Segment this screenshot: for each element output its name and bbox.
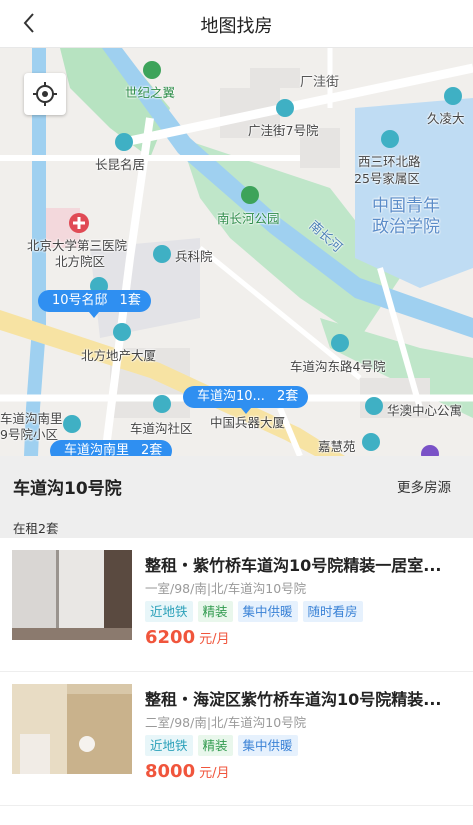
locate-icon [33,82,57,106]
poi-label: 南长河公园 [217,211,280,226]
road-label: 厂洼街 [300,75,340,90]
bubble-count: 2套 [276,389,299,404]
poi-label: 嘉慧苑 [318,439,356,454]
poi-label: 中国青年 [372,196,440,216]
building-icon [276,99,294,117]
tag: 近地铁 [145,735,193,756]
bubble-name: 10号名邸 [52,293,108,308]
building-icon [331,334,349,352]
poi-label: 广洼街7号院 [248,123,319,138]
rent-count: 在租2套 [13,521,59,536]
poi-label: 9号院小区 [0,427,58,442]
price-value: 6200 [145,627,196,648]
listing-title: 整租・海淀区紫竹桥车道沟10号院精装... [145,690,442,709]
listing-photo [12,684,132,774]
building-icon [115,133,133,151]
tag: 随时看房 [302,601,363,622]
poi-label: 北方地产大厦 [81,348,157,363]
poi-label: 华澳中心公寓 [387,403,463,418]
building-icon [153,245,171,263]
bubble-count: 1套 [119,293,141,308]
tag: 精装 [197,601,233,622]
tag: 集中供暖 [237,601,298,622]
price-unit: 元/月 [199,766,230,781]
community-bubble-selected[interactable]: 车道沟10... 2套 [183,386,309,414]
tag: 精装 [197,735,233,756]
poi-label: 北方院区 [55,254,106,269]
poi-label: 25号家属区 [354,171,420,186]
locate-button[interactable] [24,73,66,115]
listing-card[interactable]: 整租・海淀区紫竹桥车道沟10号院精装... 二室/98/南|北/车道沟10号院 … [0,672,473,806]
poi-label: 政治学院 [372,217,440,237]
building-icon [365,397,383,415]
hospital-icon [69,213,89,233]
listing-price: 6200 元/月 [145,627,230,648]
price-unit: 元/月 [199,632,230,647]
building-icon [63,415,81,433]
community-bubble[interactable]: 10号名邸 1套 [38,290,151,318]
listing-photo [12,550,132,640]
poi-icon [421,445,439,456]
bubble-name: 车道沟10... [197,389,265,404]
poi-label: 兵科院 [175,249,213,264]
park-icon [241,186,259,204]
community-name: 车道沟10号院 [13,479,122,499]
map-view[interactable]: 世纪之翼 广洼街7号院 长昆名居 西三环北路 25号家属区 南长河公园 北京大学… [0,48,473,456]
listing-card[interactable]: 整租・紫竹桥车道沟10号院精装一居室... 一室/98/南|北/车道沟10号院 … [0,538,473,672]
park-icon [143,61,161,79]
poi-label: 世纪之翼 [125,85,176,100]
building-icon [153,395,171,413]
building-icon [362,433,380,451]
header-bar: 地图找房 [0,0,473,48]
listing-desc: 一室/98/南|北/车道沟10号院 [145,581,307,596]
community-bubble[interactable]: 车道沟南里 2套 [50,440,173,456]
building-icon [444,87,462,105]
poi-label: 中国兵器大厦 [210,415,286,430]
community-panel-header: 车道沟10号院 更多房源 在租2套 [0,456,473,538]
listing-tags: 近地铁 精装 集中供暖 随时看房 [145,601,368,622]
listing-title: 整租・紫竹桥车道沟10号院精装一居室... [145,556,442,575]
more-listings-link[interactable]: 更多房源 [397,476,451,496]
listing-price: 8000 元/月 [145,761,230,782]
poi-label: 车道沟社区 [130,421,193,436]
poi-label: 久凌大 [427,111,465,126]
tag: 集中供暖 [237,735,298,756]
poi-label: 车道沟东路4号院 [290,359,386,374]
bubble-name: 车道沟南里 [64,443,130,456]
listing-tags: 近地铁 精装 集中供暖 [145,735,303,756]
tag: 近地铁 [145,601,193,622]
page-title: 地图找房 [200,16,273,37]
listing-desc: 二室/98/南|北/车道沟10号院 [145,715,307,730]
building-icon [113,323,131,341]
bubble-count: 2套 [141,443,163,456]
building-icon [381,130,399,148]
price-value: 8000 [145,761,196,782]
poi-label: 长昆名居 [95,157,146,172]
